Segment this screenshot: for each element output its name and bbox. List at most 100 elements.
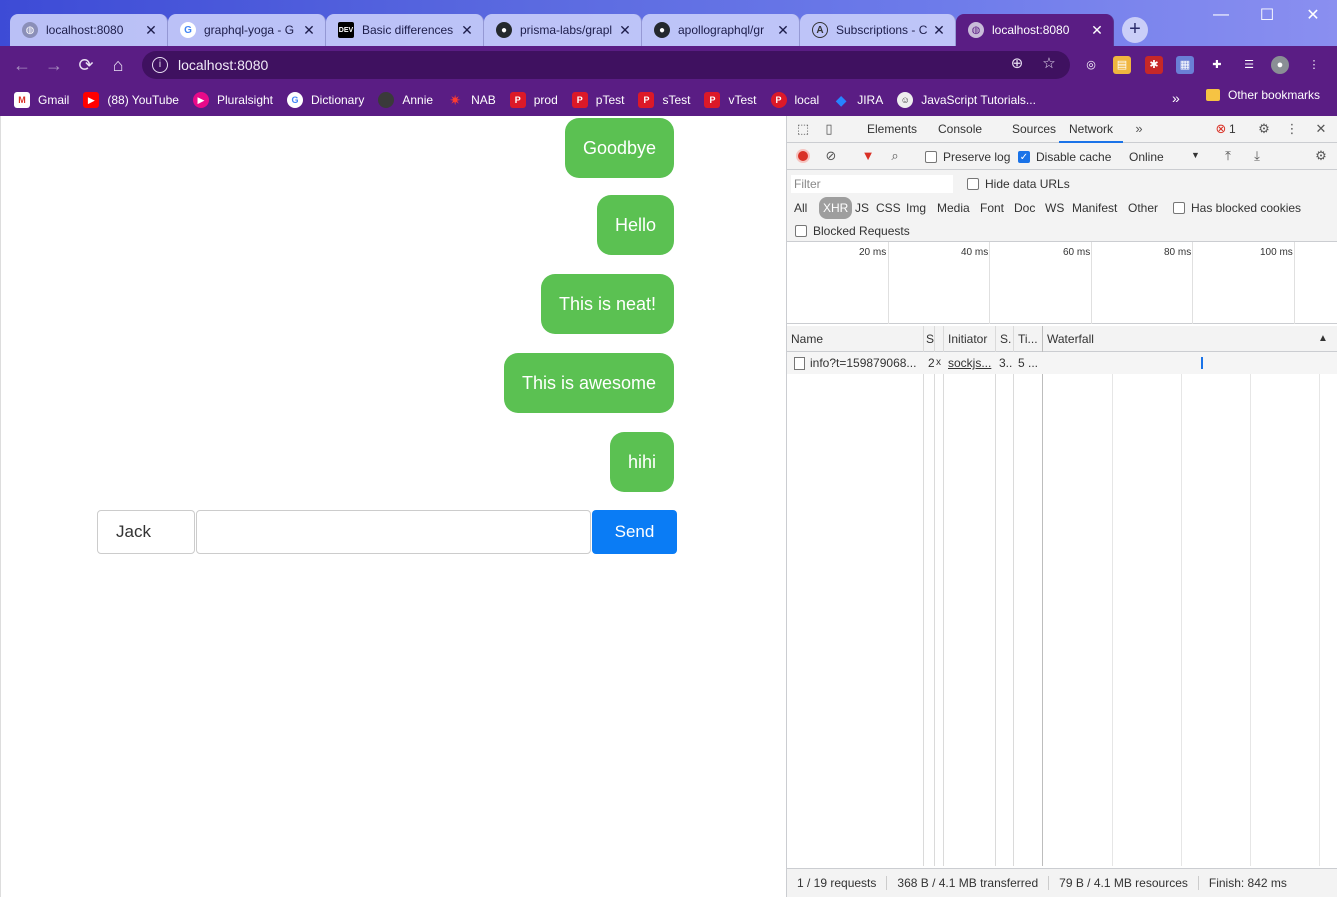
extension-target-icon[interactable]: ◎ <box>1082 56 1100 74</box>
bookmark-gmail[interactable]: M Gmail <box>14 92 69 108</box>
bookmark-youtube[interactable]: ▶ (88) YouTube <box>83 92 179 108</box>
extension-grid-icon[interactable]: ▦ <box>1176 56 1194 74</box>
tab-network[interactable]: Network <box>1059 116 1124 143</box>
other-bookmarks-button[interactable]: Other bookmarks <box>1206 88 1320 102</box>
devtools-close-icon[interactable]: ✕ <box>1313 121 1329 137</box>
export-har-icon[interactable]: ⤓ <box>1249 148 1265 164</box>
home-icon[interactable]: ⌂ <box>106 53 130 77</box>
type-img[interactable]: Img <box>903 197 929 219</box>
reload-icon[interactable]: ⟳ <box>74 53 98 77</box>
type-font[interactable]: Font <box>977 197 1007 219</box>
close-icon[interactable]: ✕ <box>1089 22 1105 39</box>
column-initiator[interactable]: Initiator <box>944 326 996 352</box>
tab-2[interactable]: G graphql-yoga - G ✕ <box>168 14 326 46</box>
tab-6[interactable]: A Subscriptions - C ✕ <box>800 14 956 46</box>
search-icon[interactable]: ⌕ <box>887 148 903 164</box>
close-icon[interactable]: ✕ <box>931 22 947 39</box>
close-icon[interactable]: ✕ <box>459 22 475 39</box>
column-status[interactable]: S <box>924 326 934 352</box>
bookmark-js-tutorials[interactable]: ☺ JavaScript Tutorials... <box>897 92 1036 108</box>
message-input[interactable] <box>196 510 591 554</box>
type-doc[interactable]: Doc <box>1011 197 1038 219</box>
tab-1[interactable]: ◍ localhost:8080 ✕ <box>10 14 168 46</box>
record-icon[interactable] <box>796 149 810 163</box>
settings-gear-icon[interactable]: ⚙ <box>1256 121 1272 137</box>
tab-4[interactable]: ● prisma-labs/grapl ✕ <box>484 14 642 46</box>
bookmark-nab[interactable]: ✷ NAB <box>447 92 496 108</box>
type-manifest[interactable]: Manifest <box>1069 197 1120 219</box>
bookmark-annie[interactable]: Annie <box>378 92 433 108</box>
column-waterfall[interactable]: Waterfall <box>1043 326 1243 352</box>
disable-cache-checkbox[interactable]: ✓ Disable cache <box>1018 150 1111 164</box>
info-icon[interactable]: i <box>152 57 168 73</box>
filter-input[interactable]: Filter <box>791 175 953 193</box>
tab-7-active[interactable]: ◍ localhost:8080 ✕ <box>956 14 1114 46</box>
import-har-icon[interactable]: ⤒ <box>1220 148 1236 164</box>
network-settings-icon[interactable]: ⚙ <box>1313 148 1329 164</box>
bookmark-jira[interactable]: ◆ JIRA <box>833 92 883 108</box>
extension-notes-icon[interactable]: ▤ <box>1113 56 1131 74</box>
tab-3[interactable]: DEV Basic differences ✕ <box>326 14 484 46</box>
new-tab-button[interactable]: + <box>1122 17 1148 43</box>
preserve-log-checkbox[interactable]: Preserve log <box>925 150 1010 164</box>
inspect-element-icon[interactable]: ⬚ <box>795 121 811 137</box>
request-initiator-link[interactable]: sockjs... <box>948 352 994 374</box>
error-icon[interactable]: ⊗ <box>1213 121 1229 137</box>
bookmark-pluralsight[interactable]: ▶ Pluralsight <box>192 92 273 108</box>
clear-icon[interactable]: ⊘ <box>823 148 839 164</box>
request-name[interactable]: info?t=159879068... <box>810 352 922 374</box>
network-overview-timeline[interactable]: 20 ms 40 ms 60 ms 80 ms 100 ms <box>787 242 1337 324</box>
tab-sources[interactable]: Sources <box>1012 116 1056 143</box>
filter-icon[interactable]: ▼ <box>860 148 876 164</box>
close-icon[interactable]: ✕ <box>301 22 317 39</box>
bookmark-dictionary[interactable]: G Dictionary <box>287 92 364 108</box>
throttle-select[interactable]: Online ▼ <box>1129 150 1200 164</box>
tab-elements[interactable]: Elements <box>867 116 917 143</box>
column-size[interactable]: S. <box>996 326 1014 352</box>
star-icon[interactable]: ☆ <box>1038 53 1060 75</box>
type-js[interactable]: JS <box>852 197 872 219</box>
more-tabs-icon[interactable]: » <box>1131 121 1147 137</box>
profile-avatar[interactable]: ● <box>1271 56 1289 74</box>
tab-console[interactable]: Console <box>938 116 982 143</box>
send-button[interactable]: Send <box>592 510 677 554</box>
bookmark-local[interactable]: Plocal <box>770 92 819 108</box>
extension-red-icon[interactable]: ✱ <box>1145 56 1163 74</box>
sort-ascending-icon[interactable]: ▲ <box>1314 326 1334 352</box>
address-bar[interactable]: i localhost:8080 <box>142 51 1070 79</box>
type-ws[interactable]: WS <box>1042 197 1067 219</box>
type-media[interactable]: Media <box>934 197 973 219</box>
bookmark-ptest[interactable]: PpTest <box>571 92 624 108</box>
devtools-menu-icon[interactable]: ⋮ <box>1284 121 1300 137</box>
forward-icon[interactable]: → <box>42 53 66 77</box>
type-all[interactable]: All <box>791 197 810 219</box>
maximize-button[interactable]: ☐ <box>1244 0 1290 30</box>
column-name[interactable]: Name <box>787 326 923 352</box>
bookmark-stest[interactable]: PsTest <box>638 92 690 108</box>
type-other[interactable]: Other <box>1125 197 1161 219</box>
tab-5[interactable]: ● apollographql/gr ✕ <box>642 14 800 46</box>
type-xhr[interactable]: XHR <box>819 197 853 219</box>
back-icon[interactable]: ← <box>10 53 34 77</box>
close-icon[interactable]: ✕ <box>143 22 159 39</box>
reading-list-icon[interactable]: ☰ <box>1240 56 1258 74</box>
close-icon[interactable]: ✕ <box>775 22 791 39</box>
window-close-button[interactable]: ✕ <box>1290 0 1336 30</box>
column-time[interactable]: Ti... <box>1014 326 1042 352</box>
blocked-requests-checkbox[interactable]: Blocked Requests <box>795 224 910 238</box>
device-toolbar-icon[interactable]: ▯ <box>821 121 837 137</box>
table-row[interactable]: info?t=159879068... 2 x sockjs... 3... 5… <box>787 352 1337 374</box>
bookmark-vtest[interactable]: PvTest <box>704 92 757 108</box>
menu-kebab-icon[interactable]: ⋮ <box>1305 56 1323 74</box>
has-blocked-cookies-checkbox[interactable]: Has blocked cookies <box>1173 201 1301 215</box>
close-icon[interactable]: ✕ <box>617 22 633 39</box>
username-input[interactable]: Jack <box>97 510 195 554</box>
bookmarks-overflow-button[interactable]: » <box>1172 90 1180 106</box>
extensions-puzzle-icon[interactable]: ✚ <box>1208 56 1226 74</box>
zoom-icon[interactable]: ⊕ <box>1006 53 1028 75</box>
bookmark-prod[interactable]: Pprod <box>509 92 558 108</box>
waterfall-gridline <box>1250 352 1251 866</box>
hide-data-urls-checkbox[interactable]: Hide data URLs <box>967 177 1070 191</box>
minimize-button[interactable]: — <box>1198 0 1244 30</box>
type-css[interactable]: CSS <box>873 197 904 219</box>
